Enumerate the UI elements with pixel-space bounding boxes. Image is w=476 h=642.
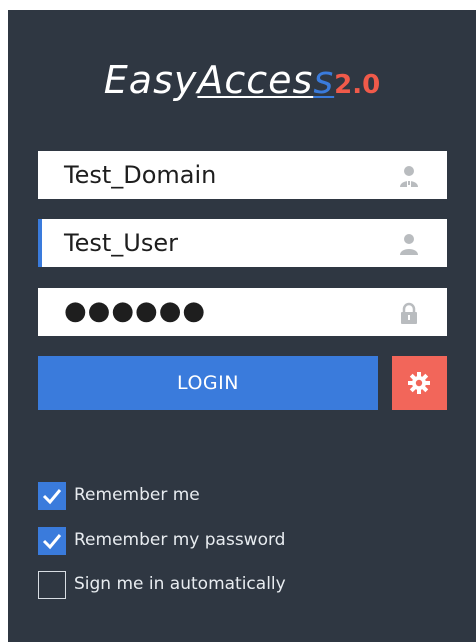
remember-password-checkbox[interactable] [38, 527, 66, 555]
user-icon [397, 232, 421, 256]
username-field[interactable]: Test_User [38, 219, 447, 267]
domain-value: Test_Domain [64, 161, 217, 189]
app-logo: EasyAccess2.0 [8, 58, 476, 102]
logo-text-easy: Easy [103, 58, 198, 102]
password-field[interactable]: ●●●●●● [38, 288, 447, 336]
logo-text-access: Acces [197, 58, 314, 102]
login-button[interactable]: LOGIN [38, 356, 378, 410]
password-value: ●●●●●● [64, 296, 207, 326]
domain-field[interactable]: Test_Domain [38, 151, 447, 199]
checkmark-icon [42, 489, 62, 505]
remember-me-checkbox[interactable] [38, 482, 66, 510]
logo-text-s: s [313, 58, 335, 102]
login-panel: EasyAccess2.0 Test_Domain Test_User ●●●●… [8, 10, 476, 642]
auto-sign-in-checkbox[interactable] [38, 571, 66, 599]
auto-sign-in-label: Sign me in automatically [74, 574, 286, 594]
logo-version: 2.0 [334, 70, 381, 100]
remember-password-label: Remember my password [74, 530, 286, 550]
domain-user-icon [397, 164, 421, 188]
remember-me-label: Remember me [74, 485, 200, 505]
lock-icon [397, 301, 421, 325]
checkmark-icon [42, 534, 62, 550]
username-value: Test_User [64, 229, 178, 257]
settings-button[interactable] [392, 356, 447, 410]
